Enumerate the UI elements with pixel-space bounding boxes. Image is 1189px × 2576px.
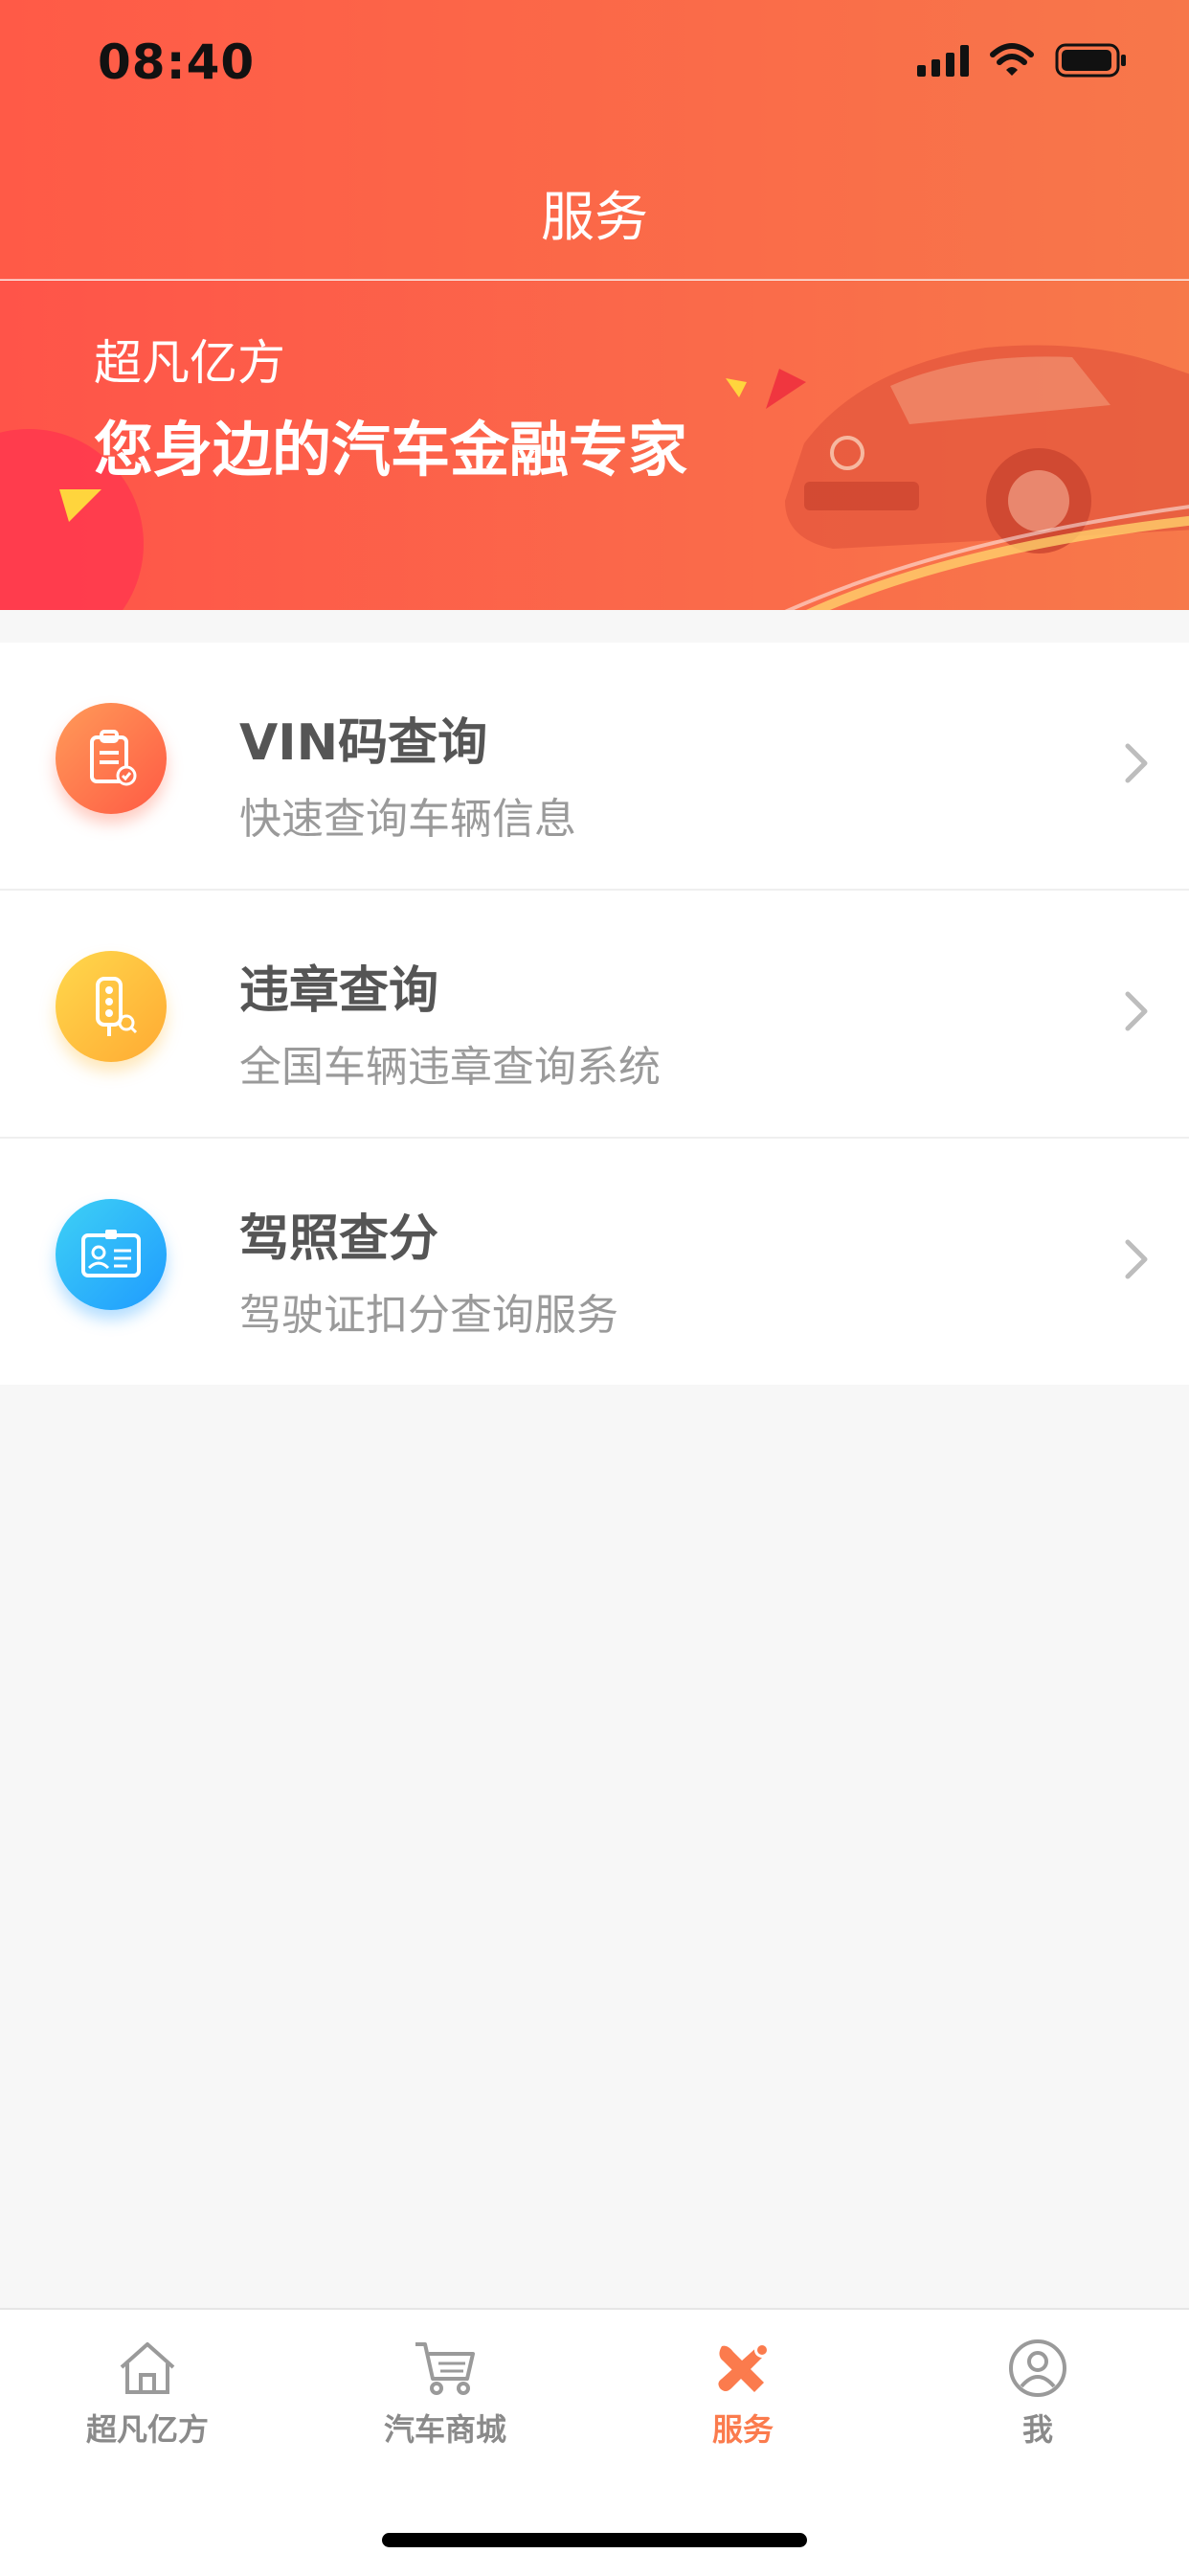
tab-me[interactable]: 我 [942,2339,1133,2450]
service-title: VIN码查询 [239,714,488,772]
app-header: 08:40 服务 [0,0,1189,281]
tab-label: 我 [1021,2411,1053,2448]
profile-icon [1009,2339,1066,2397]
home-icon [120,2342,175,2394]
service-item-vin[interactable]: VIN码查询 快速查询车辆信息 [0,643,1189,891]
tab-label: 汽车商城 [383,2411,506,2448]
car-illustration [784,345,1189,610]
tab-home[interactable]: 超凡亿方 [52,2339,243,2450]
tab-service[interactable]: 服务 [647,2339,839,2450]
banner-brand: 超凡亿方 [94,335,285,391]
page-title: 服务 [541,187,648,249]
cart-icon [415,2342,475,2395]
chevron-right-icon [1125,1239,1148,1279]
service-item-violation[interactable]: 违章查询 全国车辆违章查询系统 [0,891,1189,1139]
yellow-triangle-decor [59,489,101,522]
status-icons [917,42,1128,79]
tab-mall[interactable]: 汽车商城 [349,2339,541,2450]
service-title: 驾照查分 [239,1210,439,1268]
wifi-icon [990,43,1034,76]
service-subtitle: 全国车辆违章查询系统 [239,1043,661,1092]
license-card-icon [56,1199,167,1310]
service-subtitle: 快速查询车辆信息 [239,795,576,844]
service-subtitle: 驾驶证扣分查询服务 [239,1291,618,1340]
cellular-signal-icon [917,44,969,77]
traffic-light-icon [56,951,167,1062]
tools-icon [718,2342,770,2392]
home-indicator[interactable] [382,2533,807,2547]
banner-slogan: 您身边的汽车金融专家 [94,415,688,485]
chevron-right-icon [1125,991,1148,1031]
promo-banner[interactable]: 超凡亿方 您身边的汽车金融专家 [0,281,1189,610]
service-title: 违章查询 [239,962,439,1020]
service-list: VIN码查询 快速查询车辆信息 违章查询 全国车辆违章查询系统 驾照查分 驾驶证… [0,643,1189,1385]
yellow-triangle-small-decor [726,378,747,397]
service-item-license[interactable]: 驾照查分 驾驶证扣分查询服务 [0,1139,1189,1385]
tab-label: 服务 [711,2411,774,2448]
chevron-right-icon [1125,743,1148,783]
vin-clipboard-icon [56,703,167,814]
battery-icon [1055,43,1126,78]
tab-label: 超凡亿方 [85,2411,209,2448]
status-time: 08:40 [98,34,256,90]
